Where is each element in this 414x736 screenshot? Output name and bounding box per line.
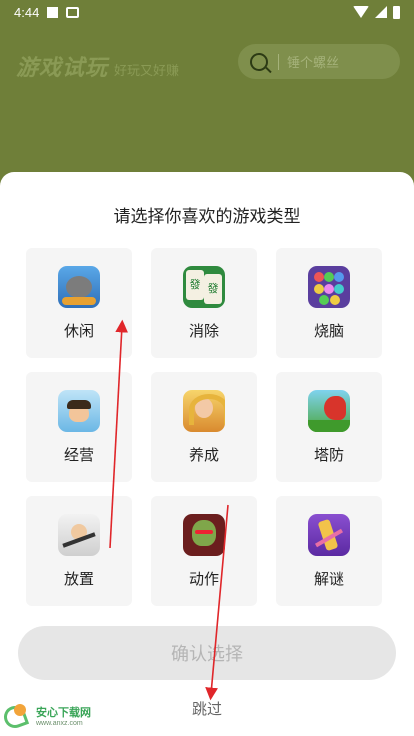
annotation-arrows	[109, 319, 229, 701]
annotation-arrow-up	[109, 319, 129, 549]
annotation-arrow-down	[205, 504, 229, 701]
